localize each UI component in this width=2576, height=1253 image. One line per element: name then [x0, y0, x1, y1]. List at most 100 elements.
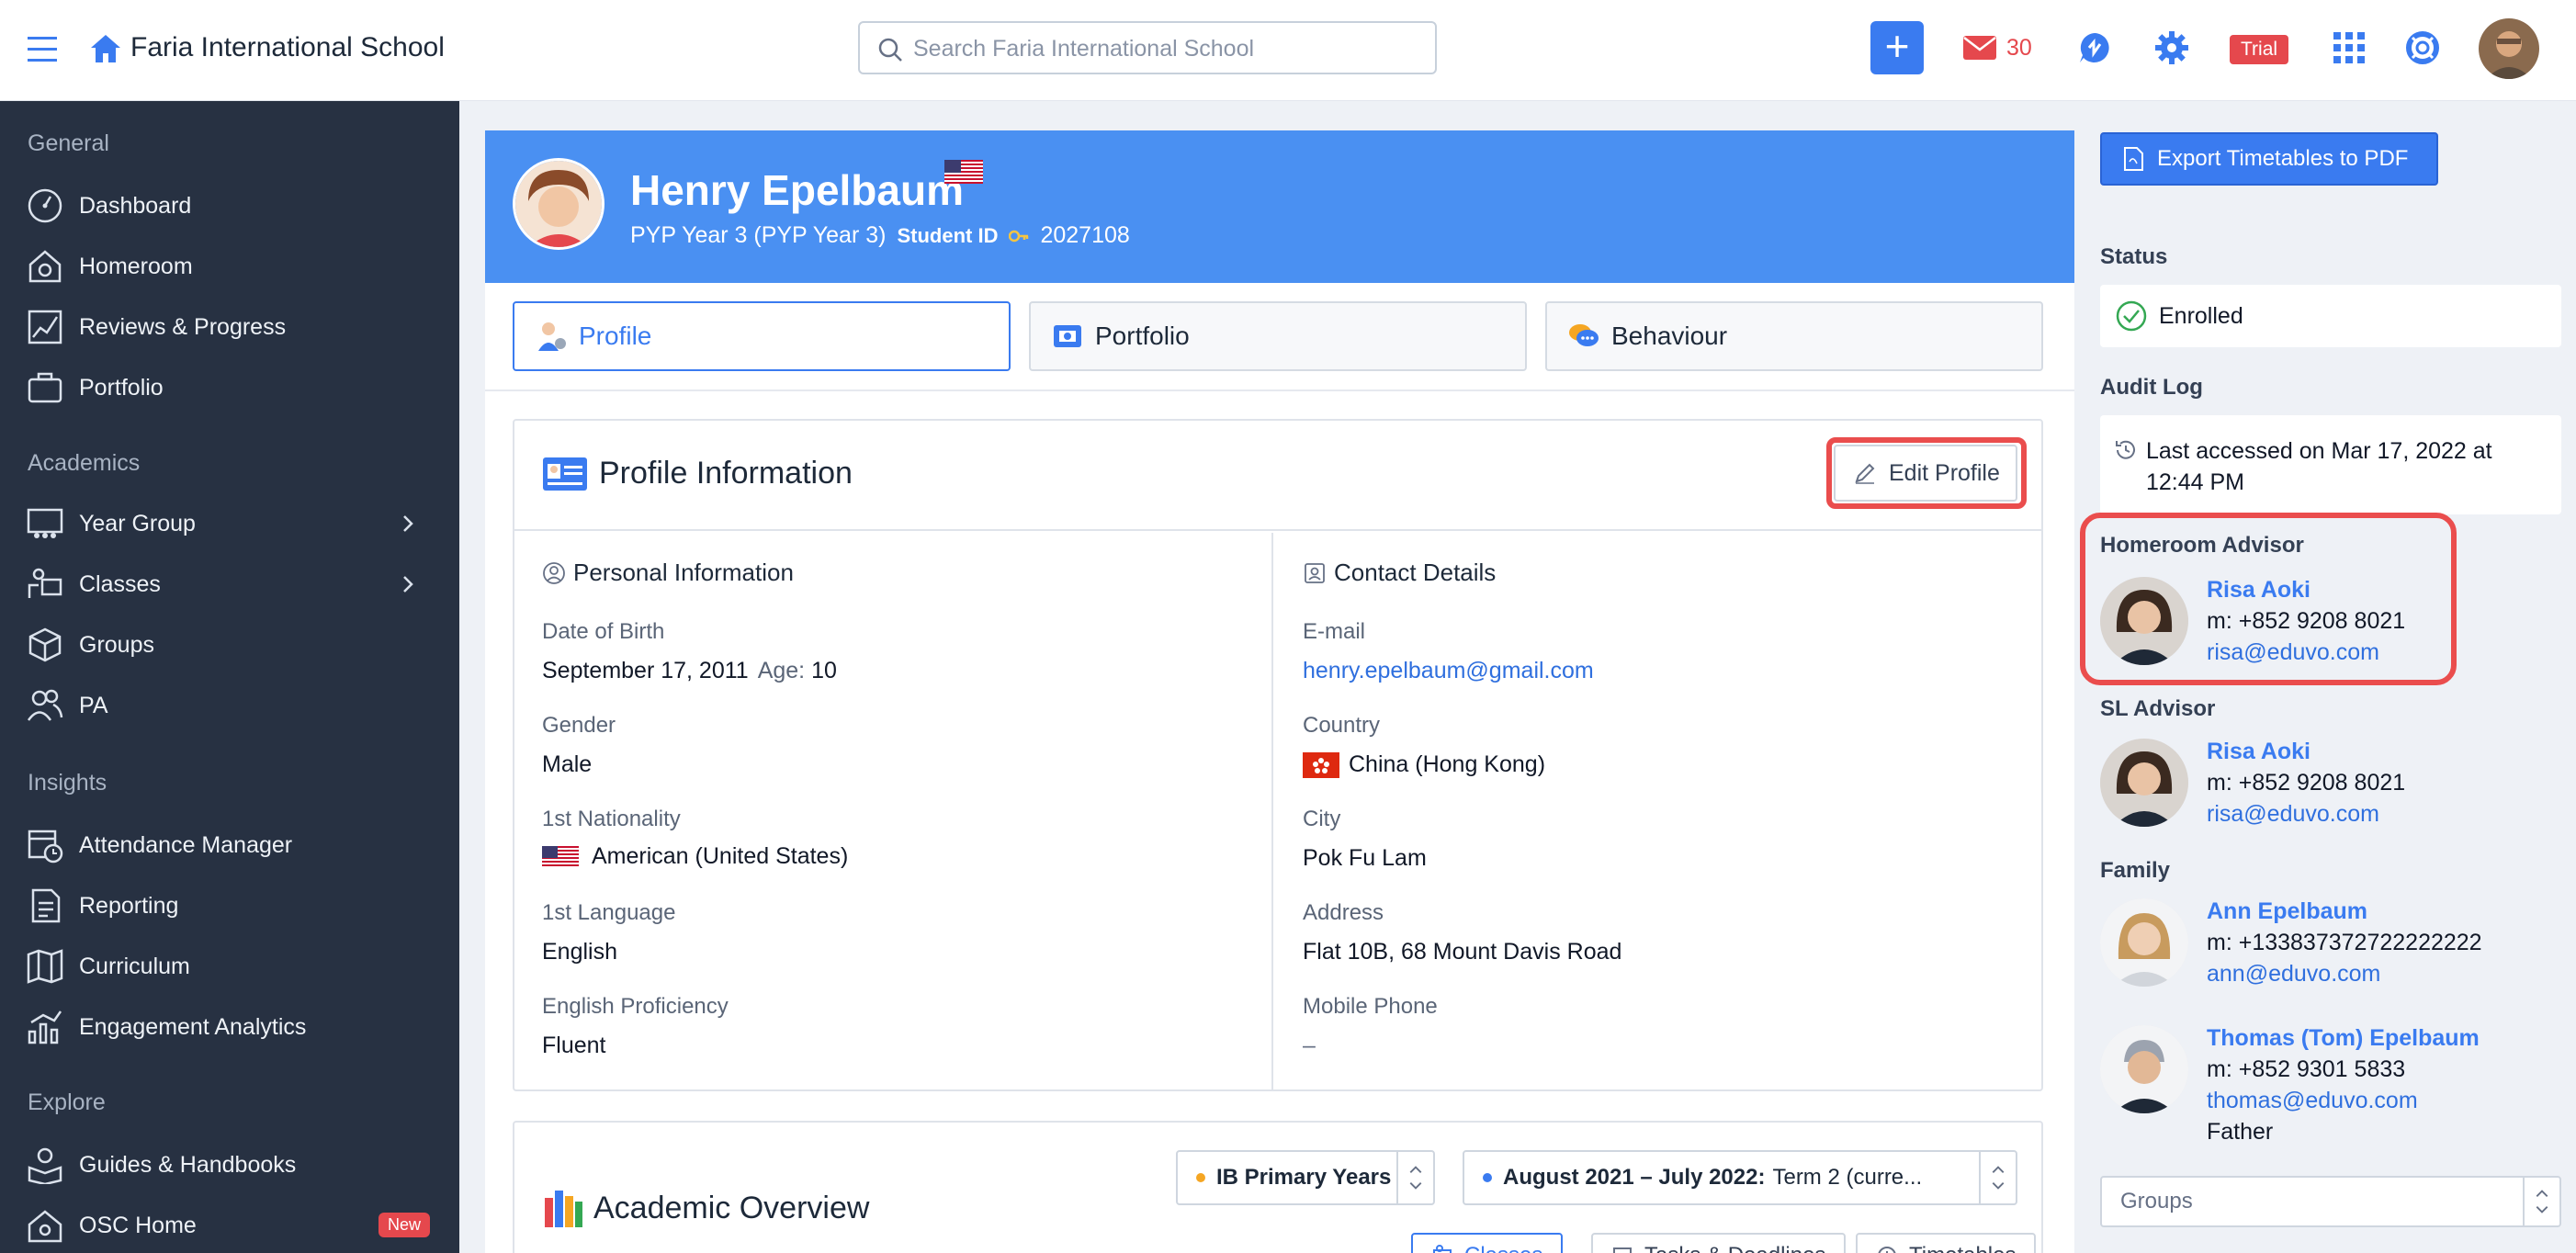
sidebar-item-reviews-progress[interactable]: Reviews & Progress [26, 305, 439, 349]
homeroom-icon [28, 250, 62, 283]
sidebar-item-attendance-manager[interactable]: Attendance Manager [26, 823, 439, 867]
sidebar-item-osc-home[interactable]: OSC Home New [26, 1203, 439, 1247]
check-circle-icon [2116, 300, 2147, 332]
proficiency-label: English Proficiency [542, 994, 729, 1019]
divider [485, 389, 2074, 391]
program-select[interactable]: IB Primary Years [1176, 1150, 1435, 1205]
chart-trend-icon [28, 310, 62, 344]
calendar-clock-icon [28, 830, 63, 864]
profile-user-icon [538, 322, 566, 351]
sidebar-item-portfolio[interactable]: Portfolio [26, 366, 439, 410]
audit-log-box: Last accessed on Mar 17, 2022 at 12:44 P… [2100, 415, 2561, 514]
books-icon [545, 1191, 582, 1227]
subtab-classes[interactable]: Classes [1411, 1233, 1564, 1253]
subtab-timetables[interactable]: Timetables [1856, 1233, 2037, 1253]
student-id-value: 2027108 [1040, 222, 1130, 248]
family-member-email-link[interactable]: ann@eduvo.com [2207, 961, 2380, 988]
family-member-avatar [2100, 1025, 2188, 1113]
sidebar-item-classes[interactable]: Classes [26, 562, 439, 606]
search-input[interactable] [913, 30, 1418, 67]
profile-information-card: Profile Information Edit Profile Persona… [513, 419, 2043, 1091]
student-email-link[interactable]: henry.epelbaum@gmail.com [1303, 658, 1594, 684]
search-box[interactable] [858, 21, 1437, 74]
search-icon [876, 36, 904, 63]
home-icon[interactable] [88, 31, 123, 66]
mobile-label: Mobile Phone [1303, 994, 1438, 1019]
email-value: henry.epelbaum@gmail.com [1303, 658, 1594, 684]
key-icon [1009, 230, 1029, 242]
country-value: China (Hong Kong) [1303, 751, 1545, 778]
mail-button[interactable]: 30 [1962, 29, 2032, 66]
sidebar-item-groups[interactable]: Groups [26, 623, 439, 667]
osc-home-icon [28, 1210, 62, 1243]
sidebar-item-dashboard[interactable]: Dashboard [26, 184, 439, 228]
sidebar-item-year-group[interactable]: Year Group [26, 502, 439, 546]
sidebar-item-pa[interactable]: PA [26, 683, 439, 728]
nationality-value: American (United States) [542, 843, 848, 870]
personal-information-title: Personal Information [542, 559, 794, 587]
tab-profile[interactable]: Profile [513, 301, 1011, 371]
profile-information-title: Profile Information [542, 456, 853, 491]
mail-count: 30 [2006, 34, 2032, 61]
sidebar-item-reporting[interactable]: Reporting [26, 884, 439, 928]
age-label: Age: [757, 658, 806, 683]
analytics-icon [28, 1010, 62, 1044]
sl-advisor-name-link[interactable]: Risa Aoki [2207, 739, 2310, 765]
user-avatar[interactable] [2479, 18, 2539, 79]
portfolio-icon [28, 372, 62, 403]
menu-icon[interactable] [26, 31, 61, 68]
subtab-tasks-deadlines[interactable]: Tasks & Deadlines [1591, 1233, 1847, 1253]
family-member-phone: m: +852 9301 5833 [2207, 1056, 2406, 1082]
family-member-relation: Father [2207, 1119, 2274, 1145]
academic-overview-title: Academic Overview [542, 1187, 869, 1229]
apps-grid-icon[interactable] [2331, 29, 2367, 66]
tab-portfolio[interactable]: Portfolio [1029, 301, 1527, 371]
guide-icon [28, 1147, 62, 1184]
groups-select[interactable]: Groups [2100, 1176, 2561, 1227]
report-icon [31, 888, 61, 923]
language-label: 1st Language [542, 900, 676, 925]
chevron-right-icon [403, 576, 413, 593]
sidebar-item-curriculum[interactable]: Curriculum [26, 944, 439, 988]
dob-label: Date of Birth [542, 619, 665, 644]
contact-details-column: Contact Details E-mail henry.epelbaum@gm… [1275, 533, 2043, 1091]
tab-behaviour[interactable]: Behaviour [1545, 301, 2043, 371]
sidebar-item-homeroom[interactable]: Homeroom [26, 244, 439, 288]
chat-icon[interactable] [2076, 29, 2113, 66]
select-arrows-icon [1979, 1152, 2005, 1203]
trial-badge[interactable]: Trial [2230, 35, 2289, 64]
student-profile-panel: Henry Epelbaum PYP Year 3 (PYP Year 3) S… [485, 130, 2074, 1253]
select-arrows-icon [1396, 1152, 1422, 1203]
family-member-name-link[interactable]: Ann Epelbaum [2207, 898, 2367, 925]
term-select[interactable]: August 2021 – July 2022: Term 2 (curre..… [1463, 1150, 2017, 1205]
family-member-card: Ann Epelbaum m: +133837372722222222 ann@… [2100, 898, 2561, 999]
help-icon[interactable] [2404, 29, 2441, 66]
email-label: E-mail [1303, 619, 1366, 644]
family-member-email-link[interactable]: thomas@eduvo.com [2207, 1088, 2418, 1114]
city-value: Pok Fu Lam [1303, 845, 1427, 871]
family-member-avatar [2100, 898, 2188, 987]
clock-icon [1878, 1247, 1896, 1253]
edit-profile-highlight [1826, 437, 2027, 509]
settings-icon[interactable] [2153, 29, 2190, 66]
right-panel: Export Timetables to PDF Status Enrolled… [2074, 101, 2576, 1253]
top-bar: Faria International School + 30 Trial [0, 0, 2576, 101]
student-name: Henry Epelbaum [630, 166, 964, 214]
chevron-right-icon [403, 515, 413, 532]
student-subline: PYP Year 3 (PYP Year 3) Student ID 20271… [630, 222, 1130, 249]
school-name[interactable]: Faria International School [130, 28, 445, 68]
export-timetables-button[interactable]: Export Timetables to PDF [2100, 132, 2438, 186]
us-flag-icon [542, 845, 579, 868]
select-arrows-icon [2523, 1178, 2548, 1225]
sidebar-item-guides-handbooks[interactable]: Guides & Handbooks [26, 1143, 439, 1187]
sidebar-item-engagement-analytics[interactable]: Engagement Analytics [26, 1005, 439, 1049]
nationality-label: 1st Nationality [542, 807, 681, 831]
student-id-label: Student ID [897, 223, 999, 247]
student-grade: PYP Year 3 (PYP Year 3) [630, 222, 887, 248]
student-header: Henry Epelbaum PYP Year 3 (PYP Year 3) S… [485, 130, 2074, 283]
sl-advisor-label: SL Advisor [2100, 696, 2216, 721]
profile-card-header: Profile Information Edit Profile [514, 421, 2041, 531]
add-button[interactable]: + [1870, 21, 1924, 74]
family-member-name-link[interactable]: Thomas (Tom) Epelbaum [2207, 1025, 2480, 1052]
sl-advisor-email-link[interactable]: risa@eduvo.com [2207, 801, 2379, 828]
